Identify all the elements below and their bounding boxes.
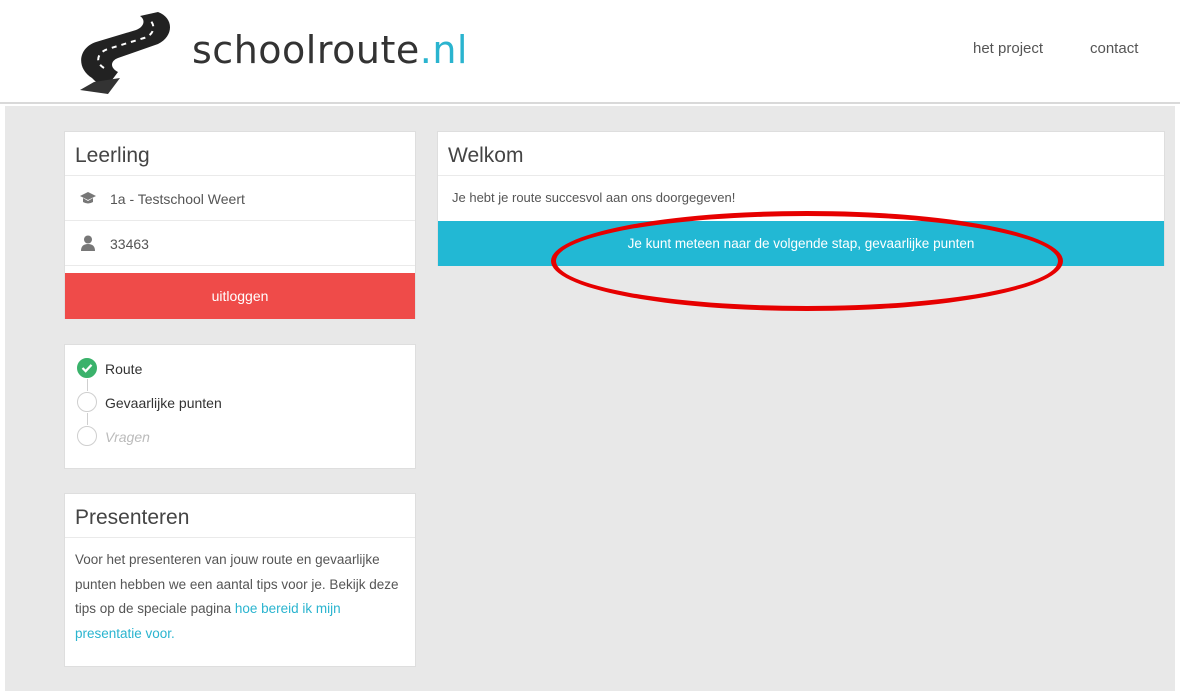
user-row: 33463 bbox=[65, 221, 415, 266]
nav-het-project[interactable]: het project bbox=[973, 40, 1043, 57]
school-row: 1a - Testschool Weert bbox=[65, 176, 415, 221]
site-header: schoolroute.nl het project contact bbox=[0, 0, 1180, 104]
graduation-cap-icon bbox=[80, 192, 96, 204]
presenteren-title: Presenteren bbox=[65, 494, 415, 538]
presenteren-card: Presenteren Voor het presenteren van jou… bbox=[64, 493, 416, 667]
success-message: Je hebt je route succesvol aan ons doorg… bbox=[452, 190, 736, 205]
progress-steps-card: Route Gevaarlijke punten Vragen bbox=[64, 344, 416, 469]
brand-title[interactable]: schoolroute.nl bbox=[192, 28, 468, 72]
user-icon bbox=[81, 235, 95, 251]
user-id: 33463 bbox=[110, 236, 149, 252]
nav-contact[interactable]: contact bbox=[1090, 40, 1138, 57]
welkom-card: Welkom Je hebt je route succesvol aan on… bbox=[437, 131, 1165, 266]
logo-road-icon[interactable] bbox=[74, 8, 186, 94]
step-gevaarlijke-punten-label: Gevaarlijke punten bbox=[105, 395, 222, 411]
welkom-title: Welkom bbox=[438, 132, 1164, 176]
step-connector bbox=[87, 413, 88, 425]
step-connector bbox=[87, 379, 88, 391]
empty-circle-icon bbox=[77, 426, 97, 446]
check-circle-icon bbox=[77, 358, 97, 378]
step-vragen-label: Vragen bbox=[105, 429, 150, 445]
leerling-title: Leerling bbox=[65, 132, 415, 176]
school-label: 1a - Testschool Weert bbox=[110, 191, 245, 207]
empty-circle-icon bbox=[77, 392, 97, 412]
step-route-label: Route bbox=[105, 361, 143, 377]
logout-button[interactable]: uitloggen bbox=[65, 273, 415, 319]
next-step-button[interactable]: Je kunt meteen naar de volgende stap, ge… bbox=[438, 221, 1164, 266]
leerling-card: Leerling 1a - Testschool Weert 33463 uit… bbox=[64, 131, 416, 319]
presenteren-text: Voor het presenteren van jouw route en g… bbox=[75, 552, 399, 641]
